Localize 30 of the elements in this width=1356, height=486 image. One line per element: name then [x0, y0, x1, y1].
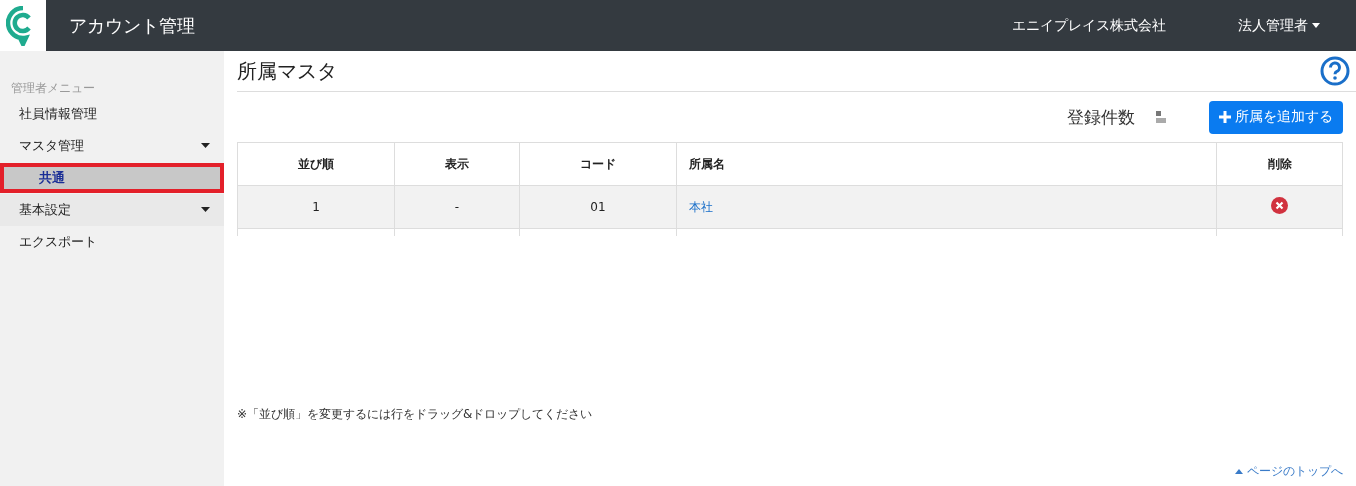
- count-label: 登録件数: [1067, 105, 1135, 129]
- redacted-mark: [1155, 110, 1167, 124]
- table-cell: 1: [237, 185, 395, 229]
- column-header: 並び順: [237, 142, 395, 186]
- company-name: エニイプレイス株式会社: [1012, 16, 1166, 35]
- app-title: アカウント管理: [69, 13, 196, 38]
- sidebar-subitem[interactable]: 共通: [2, 165, 222, 191]
- plus-icon: [1219, 111, 1231, 123]
- name-link[interactable]: 本社: [689, 199, 713, 214]
- add-button[interactable]: 所属を追加する: [1209, 100, 1343, 134]
- page-top-link[interactable]: ページのトップへ: [1235, 463, 1343, 480]
- sidebar-item[interactable]: 基本設定: [0, 194, 224, 226]
- sidebar-item[interactable]: エクスポート: [0, 226, 224, 258]
- user-menu[interactable]: 法人管理者: [1238, 16, 1320, 35]
- column-header: 所属名: [676, 142, 1217, 186]
- caret-icon: [201, 207, 210, 213]
- sidebar-item[interactable]: マスタ管理: [0, 130, 224, 162]
- table-cell: 01: [519, 185, 677, 229]
- note-text: ※「並び順」を変更するには行をドラッグ&ドロップしてください: [237, 406, 594, 423]
- sidebar-item[interactable]: 社員情報管理: [0, 98, 224, 130]
- table-cell: -: [394, 185, 520, 229]
- menu-heading: 管理者メニュー: [10, 80, 96, 97]
- page-title: 所属マスタ: [237, 57, 337, 85]
- delete-icon[interactable]: [1271, 197, 1288, 214]
- column-header: 削除: [1216, 142, 1343, 186]
- column-header: コード: [519, 142, 677, 186]
- column-header: 表示: [394, 142, 520, 186]
- caret-up-icon: [1235, 469, 1243, 474]
- caret-icon: [201, 143, 210, 149]
- help-icon[interactable]: [1320, 56, 1350, 86]
